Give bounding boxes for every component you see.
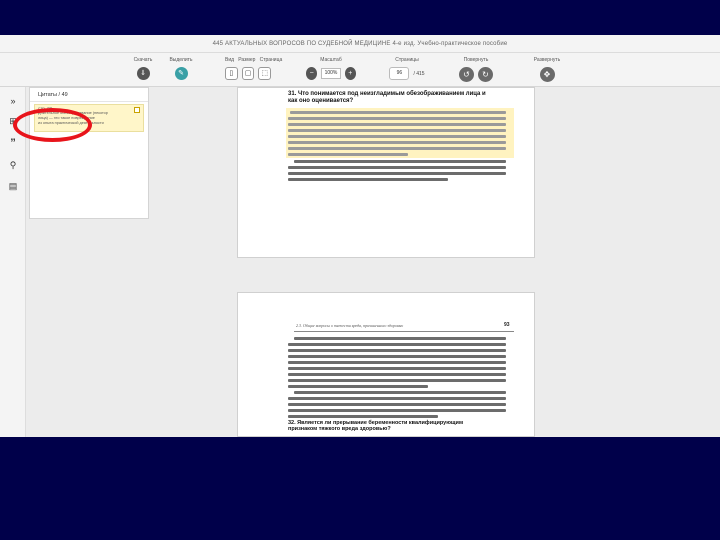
pages-group: Страницы 96 / 415 xyxy=(384,56,430,80)
quotes-icon[interactable]: ” xyxy=(7,137,19,149)
document-page: 2.3. Общие вопросы о тяжести вреда, прич… xyxy=(237,292,535,437)
text-highlight[interactable] xyxy=(286,108,514,158)
rotate-group: Повернуть ↺ ↻ xyxy=(456,56,496,82)
size-label-text: Размер xyxy=(238,57,256,63)
text-line xyxy=(288,409,506,412)
text-line xyxy=(288,141,506,144)
fit-size-icon[interactable]: ▢ xyxy=(241,67,255,80)
text-line xyxy=(288,117,506,120)
search-icon[interactable]: ⚲ xyxy=(7,159,19,171)
text-line xyxy=(288,403,506,406)
download-label: Скачать xyxy=(133,57,153,63)
text-line xyxy=(288,166,506,169)
toggle-panel-icon[interactable]: » xyxy=(7,95,19,107)
two-page-view-icon[interactable]: ▯ xyxy=(225,67,238,80)
text-line xyxy=(288,147,506,150)
notes-icon[interactable]: ▤ xyxy=(7,180,19,192)
text-line xyxy=(288,367,506,370)
zoom-group: Масштаб − 100% + xyxy=(306,56,356,80)
text-line xyxy=(288,361,506,364)
download-group: Скачать ⇓ xyxy=(130,56,156,80)
text-line xyxy=(290,111,506,114)
fullscreen-label: Развернуть xyxy=(533,57,561,63)
fullscreen-icon[interactable]: ✥ xyxy=(539,67,555,82)
text-line xyxy=(288,355,506,358)
text-line xyxy=(288,385,428,388)
document-page: 31. Что понимается под неизгладимым обез… xyxy=(237,87,535,258)
text-line xyxy=(288,343,506,346)
fullscreen-group: Развернуть ✥ xyxy=(530,56,564,82)
text-line xyxy=(288,178,448,181)
text-line xyxy=(288,397,506,400)
zoom-out-icon[interactable]: − xyxy=(306,67,318,80)
quote-checkbox[interactable] xyxy=(134,107,140,113)
zoom-value[interactable]: 100% xyxy=(321,68,341,79)
text-line xyxy=(288,135,506,138)
page-count: / 415 xyxy=(413,70,425,77)
text-line xyxy=(288,373,506,376)
header-rule xyxy=(294,331,514,332)
page-number: 93 xyxy=(504,322,510,328)
pages-label: Страницы xyxy=(395,57,419,63)
text-line xyxy=(294,337,506,340)
rotate-right-icon[interactable]: ↻ xyxy=(478,67,493,82)
rotate-left-icon[interactable]: ↺ xyxy=(459,67,474,82)
rotate-label: Повернуть xyxy=(463,57,489,63)
zoom-label: Масштаб xyxy=(320,57,342,63)
page-label-text: Страница xyxy=(259,57,283,63)
page-number-input[interactable]: 96 xyxy=(389,67,410,80)
running-head: 2.3. Общие вопросы о тяжести вреда, прич… xyxy=(296,323,404,328)
slide-background-top xyxy=(0,0,720,35)
text-line xyxy=(288,153,408,156)
pdf-reader-window: 445 АКТУАЛЬНЫХ ВОПРОСОВ ПО СУДЕБНОЙ МЕДИ… xyxy=(0,35,720,437)
fit-page-icon[interactable]: ⬚ xyxy=(258,67,272,80)
text-line xyxy=(288,415,438,418)
text-line xyxy=(294,160,506,163)
document-title: 445 АКТУАЛЬНЫХ ВОПРОСОВ ПО СУДЕБНОЙ МЕДИ… xyxy=(0,35,720,53)
text-line xyxy=(288,349,506,352)
text-line xyxy=(294,391,506,394)
highlight-group: Выделить ✎ xyxy=(166,56,196,80)
question-heading: 32. Является ли прерывание беременности … xyxy=(288,420,464,432)
annotation-circle xyxy=(13,108,92,142)
quotes-panel: Цитаты / 49 стр. 96 Длительное обезображ… xyxy=(29,87,149,219)
view-group: Вид Размер Страница ▯ ▢ ⬚ xyxy=(225,56,282,80)
highlight-icon[interactable]: ✎ xyxy=(174,67,188,80)
download-icon[interactable]: ⇓ xyxy=(136,67,150,80)
view-label: Вид Размер Страница xyxy=(225,56,282,64)
left-rail: » ⊞ ” ⚲ ▤ xyxy=(0,87,26,437)
view-label-text: Вид xyxy=(225,57,235,63)
text-line xyxy=(288,172,506,175)
slide-background-bottom xyxy=(0,437,720,540)
question-heading: 31. Что понимается под неизгладимым обез… xyxy=(288,91,486,104)
text-line xyxy=(288,123,506,126)
quotes-panel-header: Цитаты / 49 xyxy=(30,88,148,102)
highlight-label: Выделить xyxy=(169,57,193,63)
toolbar: Скачать ⇓ Выделить ✎ Вид Размер Страница… xyxy=(0,53,720,87)
text-line xyxy=(288,379,506,382)
text-line xyxy=(288,129,506,132)
zoom-in-icon[interactable]: + xyxy=(344,67,356,80)
